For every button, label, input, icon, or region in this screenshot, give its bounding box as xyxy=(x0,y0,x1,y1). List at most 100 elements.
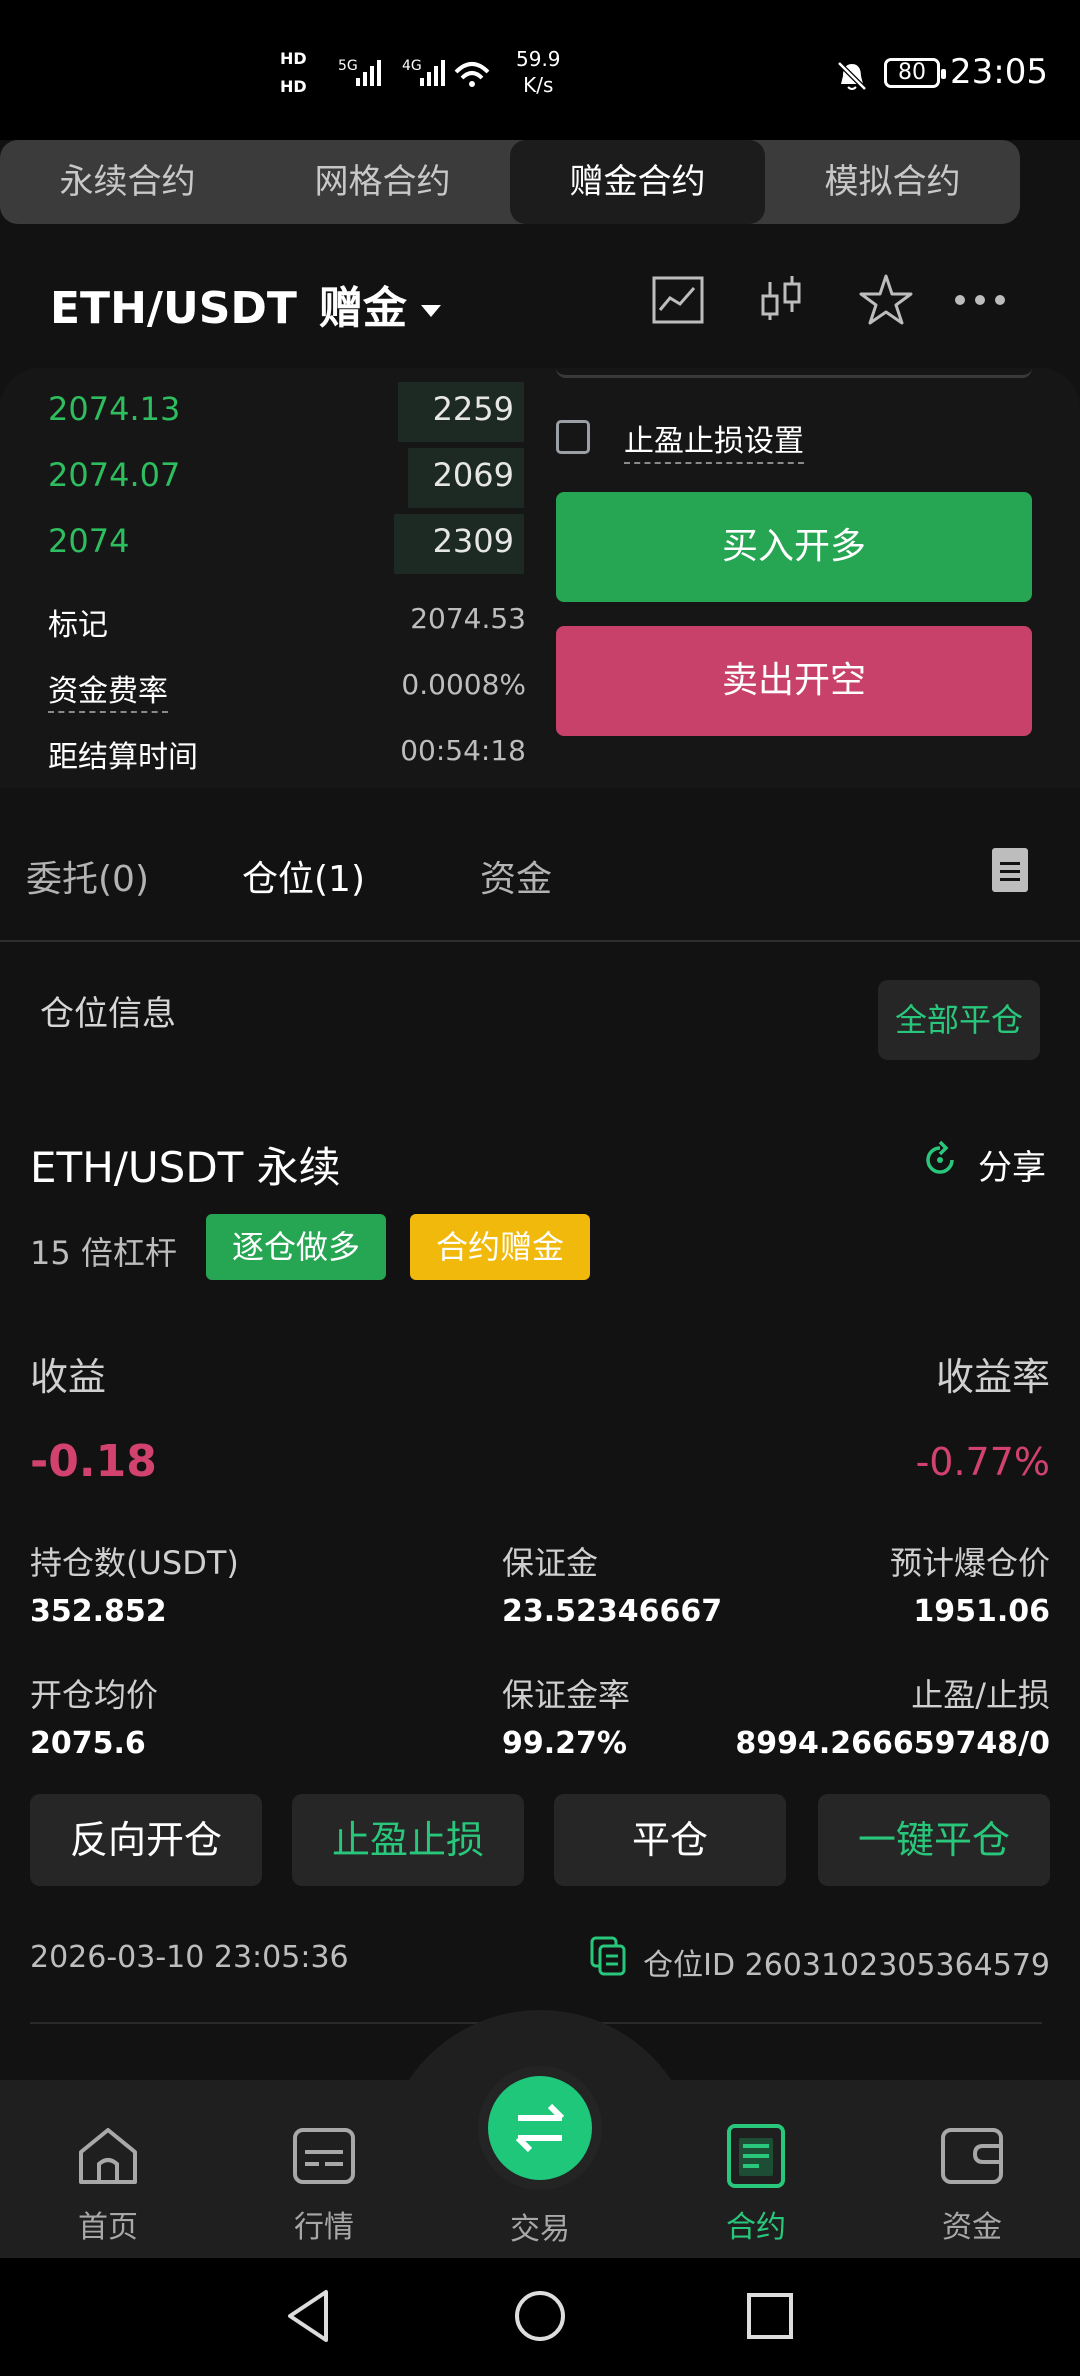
orderbook-row[interactable]: 2074.07 2069 xyxy=(0,444,530,508)
bid-qty: 2069 xyxy=(432,456,514,494)
svg-text:5G: 5G xyxy=(338,58,358,74)
pnl-value: -0.18 xyxy=(30,1436,157,1487)
margin-ratio-value: 99.27% xyxy=(502,1726,627,1761)
star-icon[interactable] xyxy=(856,270,916,330)
bonus-tag: 合约赠金 xyxy=(410,1214,590,1280)
settle-label: 距结算时间 xyxy=(48,740,198,775)
side-tag: 逐仓做多 xyxy=(206,1214,386,1280)
pair-symbol: ETH/USDT xyxy=(50,283,297,334)
share-label[interactable]: 分享 xyxy=(978,1140,1046,1189)
input-edge xyxy=(556,368,1032,378)
tab-demo[interactable]: 模拟合约 xyxy=(765,140,1020,224)
nav-home-label: 首页 xyxy=(78,2210,138,2245)
roe-value: -0.77% xyxy=(915,1440,1050,1484)
position-symbol: ETH/USDT 永续 xyxy=(30,1143,341,1192)
tp-sl-button[interactable]: 止盈止损 xyxy=(292,1794,524,1886)
nav-market[interactable]: 行情 xyxy=(254,2120,394,2246)
orderbook-row[interactable]: 2074.13 2259 xyxy=(0,378,530,442)
mark-price-row: 标记 2074.53 xyxy=(48,600,526,644)
battery-indicator: 80 xyxy=(884,58,946,88)
nav-contract[interactable]: 合约 xyxy=(686,2120,826,2246)
position-section-title: 仓位信息 xyxy=(40,994,176,1034)
settle-value: 00:54:18 xyxy=(400,734,526,767)
funding-rate-row[interactable]: 资金费率 0.0008% xyxy=(48,666,526,713)
status-bar: HD HD 5G 4G 59.9 K/s 80 23:05 xyxy=(0,0,1080,140)
close-all-button[interactable]: 全部平仓 xyxy=(878,980,1040,1060)
tp-sl-checkbox[interactable] xyxy=(556,420,590,454)
divider xyxy=(0,940,1080,942)
contract-icon xyxy=(727,2124,785,2188)
roe-label: 收益率 xyxy=(935,1355,1050,1399)
svg-text:4G: 4G xyxy=(402,58,422,74)
document-icon[interactable] xyxy=(992,848,1028,892)
margin-label: 保证金 xyxy=(502,1544,599,1582)
size-value: 352.852 xyxy=(30,1594,167,1629)
pair-selector[interactable]: ETH/USDT 赠金 xyxy=(50,272,441,336)
entry-value: 2075.6 xyxy=(30,1726,146,1761)
nav-contract-label: 合约 xyxy=(726,2210,786,2245)
liq-price-value: 1951.06 xyxy=(913,1594,1050,1629)
tab-bonus[interactable]: 赠金合约 xyxy=(510,140,765,224)
tpsl-value: 8994.266659748/0 xyxy=(735,1726,1050,1761)
nav-trade-label[interactable]: 交易 xyxy=(480,2204,600,2248)
position-id[interactable]: 仓位ID 2603102305364579 xyxy=(643,1940,1050,1984)
wallet-icon xyxy=(941,2128,1003,2184)
settlement-row: 距结算时间 00:54:18 xyxy=(48,732,526,776)
orders-tabs: 委托(0) 仓位(1) 资金 xyxy=(0,840,1080,940)
pnl-label: 收益 xyxy=(30,1355,107,1399)
bid-qty: 2259 xyxy=(432,390,514,428)
bid-price: 2074.13 xyxy=(48,390,181,428)
one-click-close-button[interactable]: 一键平仓 xyxy=(818,1794,1050,1886)
share-icon[interactable] xyxy=(920,1140,960,1180)
funding-value: 0.0008% xyxy=(401,668,526,701)
close-position-button[interactable]: 平仓 xyxy=(554,1794,786,1886)
market-icon xyxy=(293,2128,355,2184)
mark-label: 标记 xyxy=(48,608,108,643)
nav-market-label: 行情 xyxy=(294,2210,354,2245)
reverse-open-button[interactable]: 反向开仓 xyxy=(30,1794,262,1886)
nav-assets-label: 资金 xyxy=(942,2210,1002,2245)
bell-muted-icon xyxy=(837,61,867,91)
network-indicator: HD HD 5G 4G xyxy=(280,44,500,109)
speed-unit: K/s xyxy=(523,73,554,97)
tab-perpetual[interactable]: 永续合约 xyxy=(0,140,255,224)
trade-icon xyxy=(515,2103,565,2153)
candlestick-icon[interactable] xyxy=(752,270,812,330)
svg-text:HD: HD xyxy=(280,77,307,96)
recents-icon[interactable] xyxy=(740,2286,800,2346)
caret-down-icon xyxy=(420,305,441,317)
chart-icon[interactable] xyxy=(648,270,708,330)
bid-price: 2074.07 xyxy=(48,456,181,494)
tpsl-label: 止盈/止损 xyxy=(911,1676,1050,1714)
bid-price: 2074 xyxy=(48,522,130,560)
open-time: 2026-03-10 23:05:36 xyxy=(30,1940,349,1975)
tp-sl-label[interactable]: 止盈止损设置 xyxy=(624,416,804,464)
mark-value: 2074.53 xyxy=(410,602,526,635)
contract-type-tabs: 永续合约 网格合约 赠金合约 模拟合约 xyxy=(0,140,1020,224)
home-icon xyxy=(79,2128,137,2184)
orderbook-row[interactable]: 2074 2309 xyxy=(0,510,530,574)
more-icon[interactable] xyxy=(950,270,1010,330)
leverage-label: 15 倍杠杆 xyxy=(30,1234,177,1272)
buy-long-button[interactable]: 买入开多 xyxy=(556,492,1032,602)
tab-orders[interactable]: 委托(0) xyxy=(26,850,149,902)
svg-text:HD: HD xyxy=(280,49,307,68)
entry-label: 开仓均价 xyxy=(30,1676,159,1714)
bid-qty: 2309 xyxy=(432,522,514,560)
network-speed: 59.9 K/s xyxy=(516,46,561,98)
nav-assets[interactable]: 资金 xyxy=(902,2120,1042,2246)
funding-label: 资金费率 xyxy=(48,674,168,713)
tab-positions[interactable]: 仓位(1) xyxy=(242,850,365,902)
size-label: 持仓数(USDT) xyxy=(30,1544,239,1582)
copy-icon[interactable] xyxy=(590,1936,626,1976)
back-icon[interactable] xyxy=(280,2286,340,2346)
home-circle-icon[interactable] xyxy=(510,2286,570,2346)
trade-button[interactable] xyxy=(488,2076,592,2180)
tab-grid[interactable]: 网格合约 xyxy=(255,140,510,224)
clock: 23:05 xyxy=(950,52,1048,92)
sell-short-button[interactable]: 卖出开空 xyxy=(556,626,1032,736)
liq-price-label: 预计爆仓价 xyxy=(889,1544,1050,1582)
margin-value: 23.52346667 xyxy=(502,1594,723,1629)
nav-home[interactable]: 首页 xyxy=(38,2120,178,2246)
tab-funds[interactable]: 资金 xyxy=(480,850,552,902)
